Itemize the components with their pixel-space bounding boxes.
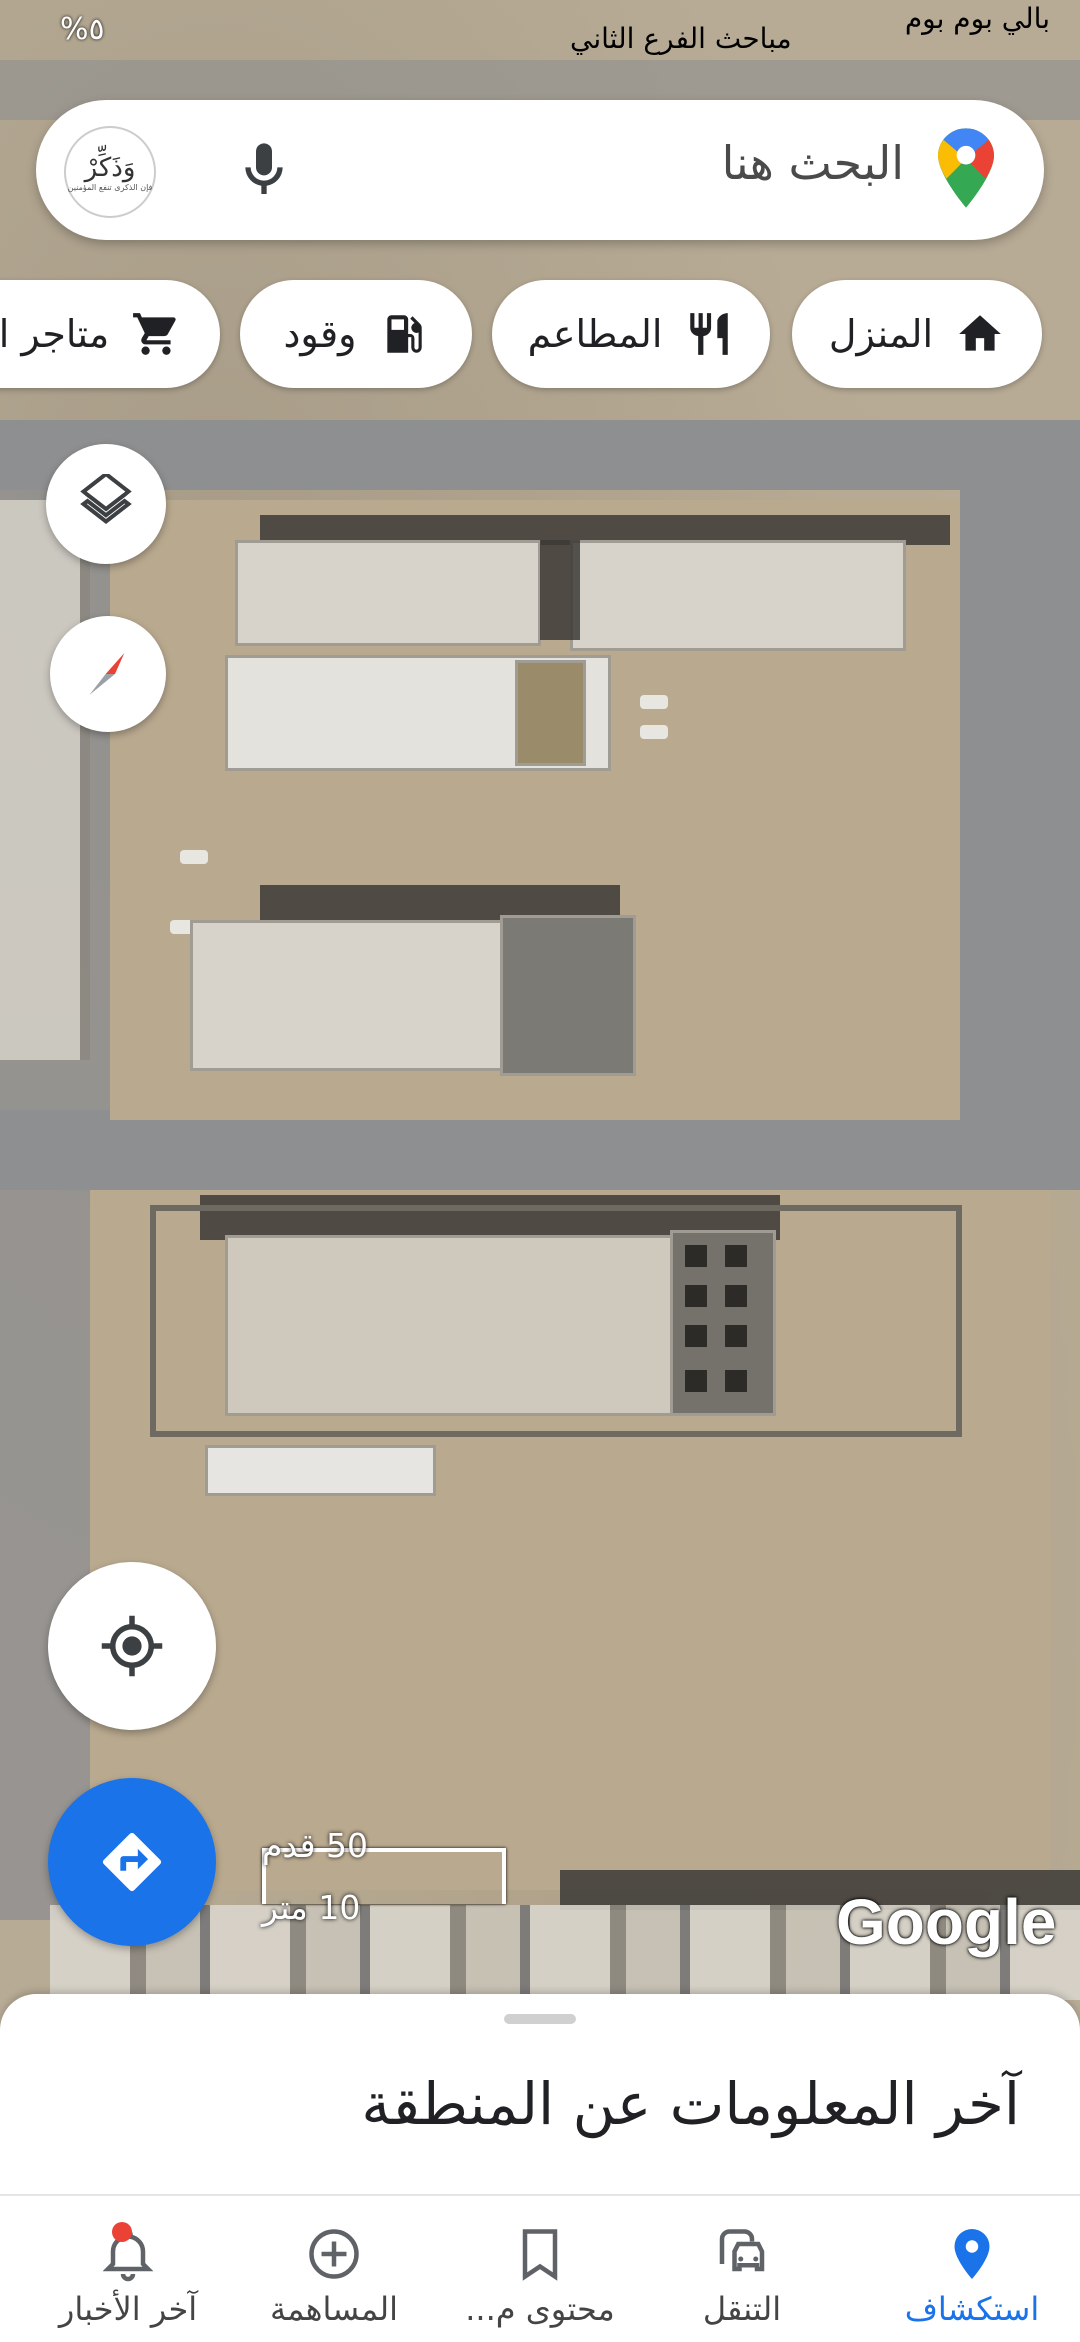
my-location-button[interactable] [48,1562,216,1730]
nav-saved-label: محتوى م... [465,2290,615,2328]
contribute-plus-icon [309,2229,359,2279]
avatar-subtext: فإن الذكرى تنفع المؤمنين [67,182,153,192]
nav-contribute[interactable]: المساهمة [226,2196,442,2342]
nav-explore-label: استكشاف [904,2290,1040,2328]
nav-explore[interactable]: استكشاف [864,2196,1080,2342]
sheet-drag-handle[interactable] [504,2014,576,2024]
account-avatar[interactable]: وَذَكِّرْ فإن الذكرى تنفع المؤمنين [64,126,156,218]
avatar-text: وَذَكِّرْ [84,152,136,183]
nav-updates-label: آخر الأخبار [58,2290,198,2328]
chip-home[interactable]: المنزل [792,280,1042,388]
scale-meters: 10 متر [262,1888,361,1927]
notification-dot [112,2222,132,2242]
my-location-icon [101,1615,163,1677]
layers-icon [80,474,132,525]
map-place-label[interactable]: بالي بوم بوم [905,2,1050,35]
layers-button[interactable] [46,444,166,564]
explore-pin-icon [954,2229,990,2279]
restaurant-icon [690,313,729,355]
search-bar[interactable]: وَذَكِّرْ فإن الذكرى تنفع المؤمنين البحث… [36,100,1044,240]
map-poi-label[interactable]: مباحث الفرع الثاني [570,22,792,55]
nav-go-label: التنقل [702,2290,782,2328]
status-bar: %٥ مباحث الفرع الثاني بالي بوم بوم [0,0,1080,66]
scale-feet: 50 قدم [262,1826,369,1865]
directions-button[interactable] [48,1778,216,1946]
shopping-cart-icon [133,313,176,355]
nav-go[interactable]: التنقل [634,2196,850,2342]
gas-station-icon [386,315,422,353]
microphone-icon[interactable] [232,138,296,202]
compass-button[interactable] [50,616,166,732]
google-maps-logo-icon [938,128,994,208]
battery-text: %٥ [60,12,105,47]
directions-icon [102,1832,162,1892]
sheet-title: آخر المعلومات عن المنطقة [361,2070,1020,2138]
commute-icon [719,2229,765,2272]
compass-icon [89,653,125,695]
nav-updates[interactable]: آخر الأخبار [20,2196,236,2342]
chip-restaurants[interactable]: المطاعم [492,280,770,388]
chip-restaurants-label: المطاعم [527,312,663,356]
chip-home-label: المنزل [828,312,934,356]
search-input[interactable]: البحث هنا [722,136,904,190]
saved-bookmark-icon [522,2229,558,2281]
chip-gas-label: وقود [283,312,357,356]
nav-contribute-label: المساهمة [270,2290,398,2328]
nav-saved[interactable]: محتوى م... [432,2196,648,2342]
home-icon [959,315,1001,351]
google-watermark: Google [836,1886,1057,1958]
chip-shopping[interactable]: متاجر ا [0,280,220,388]
chip-shopping-label: متاجر ا [0,312,110,356]
bottom-navigation: استكشاف التنقل محتوى م... المساهمة آخر ا… [0,2194,1080,2342]
chip-gas[interactable]: وقود [240,280,472,388]
latest-in-area-sheet[interactable]: آخر المعلومات عن المنطقة [0,1994,1080,2194]
